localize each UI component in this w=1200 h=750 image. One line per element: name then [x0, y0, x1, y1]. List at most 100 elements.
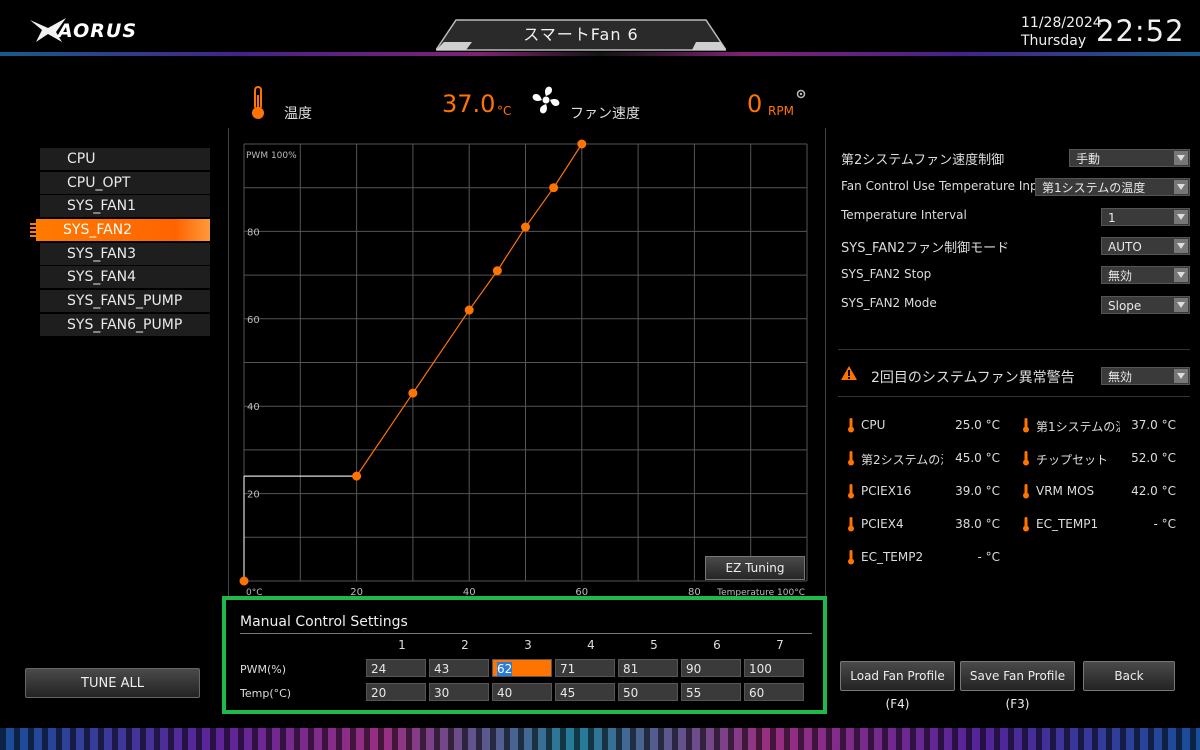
temp-cell-3[interactable]: 40: [492, 683, 552, 701]
pwm-cell-4[interactable]: 71: [555, 659, 615, 677]
fan-item-sys-fan4[interactable]: SYS_FAN4: [40, 266, 210, 289]
fan-item-sys-fan6-pump[interactable]: SYS_FAN6_PUMP: [40, 313, 210, 336]
fan-fail-warning-dropdown[interactable]: 無効: [1101, 367, 1190, 385]
temp-input-dropdown[interactable]: 第1システムの温度: [1035, 178, 1190, 196]
temp-cell-4[interactable]: 45: [555, 683, 615, 701]
divider: [838, 396, 1190, 397]
sensor-name: EC_TEMP1: [1036, 517, 1099, 531]
rgb-bottom-bar: [0, 728, 1200, 750]
load-fan-profile-button[interactable]: Load Fan Profile (F4): [840, 661, 955, 711]
temp-cell-2[interactable]: 30: [429, 683, 489, 701]
fan-item-sys-fan5-pump[interactable]: SYS_FAN5_PUMP: [40, 290, 210, 313]
chevron-down-icon: [1174, 268, 1188, 282]
brand-name: AORUS: [58, 20, 138, 42]
fan-speed-control-dropdown[interactable]: 手動: [1069, 149, 1190, 167]
sensor-value: 45.0 °C: [955, 451, 1000, 465]
sensor-name: CPU: [861, 418, 886, 432]
curve-point-7[interactable]: [577, 139, 587, 149]
setting-fan-speed-control-label: 第2システムファン速度制御: [841, 153, 1005, 168]
temp-cell-7[interactable]: 60: [744, 683, 804, 701]
x-axis-end-label: Temperature 100°C: [716, 588, 805, 596]
control-mode-dropdown[interactable]: AUTO: [1101, 237, 1190, 255]
divider: [838, 349, 1190, 350]
temp-interval-value: 1: [1108, 211, 1116, 225]
temp-interval-dropdown[interactable]: 1: [1101, 208, 1190, 226]
pwm-cell-5[interactable]: 81: [618, 659, 678, 677]
pwm-cell-2[interactable]: 43: [429, 659, 489, 677]
sensor-value: 25.0 °C: [955, 418, 1000, 432]
sensor-name: PCIEX4: [861, 517, 904, 531]
fan-fail-warning-label: 2回目のシステムファン異常警告: [871, 370, 1075, 386]
temp-row-label: Temp(°C): [240, 687, 292, 700]
back-button[interactable]: Back: [1083, 661, 1175, 691]
setting-temp-interval-label: Temperature Interval: [841, 208, 967, 222]
thermometer-icon: [848, 517, 854, 532]
temp-cell-6[interactable]: 55: [681, 683, 741, 701]
page-title: スマートFan 6: [523, 25, 639, 44]
pwm-cell-1[interactable]: 24: [366, 659, 426, 677]
chevron-down-icon: [1174, 210, 1188, 224]
setting-temp-input-label: Fan Control Use Temperature Input: [841, 179, 1050, 193]
curve-point-1[interactable]: [352, 471, 362, 481]
curve-point-0[interactable]: [239, 576, 249, 586]
setting-fan-mode-label: SYS_FAN2 Mode: [841, 296, 937, 310]
pwm-cell-3[interactable]: 62: [492, 659, 552, 677]
top-bar: AORUS スマートFan 6 11/28/2024 Thursday 22:5…: [0, 0, 1200, 68]
sensor-name: チップセット: [1036, 453, 1109, 467]
fan-item-sys-fan2[interactable]: SYS_FAN2: [30, 219, 210, 242]
sensor-value: 38.0 °C: [955, 517, 1000, 531]
save-fan-profile-button[interactable]: Save Fan Profile (F3): [960, 661, 1075, 711]
y-axis-title: PWM 100%: [246, 151, 297, 161]
col-header-5: 5: [650, 638, 658, 652]
sensor-name: 第2システムの温度: [861, 453, 943, 467]
pwm-cell-7[interactable]: 100: [744, 659, 804, 677]
curve-point-5[interactable]: [521, 222, 530, 232]
fan-curve-graph[interactable]: PWM 100% 20 40 60 80 20 40 60 80 0°C Temperature 1…: [228, 128, 826, 596]
fan-mode-dropdown[interactable]: Slope: [1101, 296, 1190, 314]
tune-all-button[interactable]: TUNE ALL: [25, 668, 200, 698]
manual-control-divider: [240, 633, 812, 634]
thermometer-icon: [1023, 451, 1029, 466]
fan-item-sys-fan3[interactable]: SYS_FAN3: [40, 242, 210, 265]
pwm-cell-6[interactable]: 90: [681, 659, 741, 677]
sensor-value: 52.0 °C: [1131, 451, 1176, 465]
y-tick-label: 40: [247, 402, 260, 413]
temp-cell-5[interactable]: 50: [618, 683, 678, 701]
temp-input-value: 第1システムの温度: [1042, 181, 1146, 195]
fan-curve-chart[interactable]: PWM 100% 20 40 60 80 20 40 60 80 0°C Temperature 1…: [229, 128, 825, 596]
sensor-name: PCIEX16: [861, 484, 912, 498]
temp-cell-1[interactable]: 20: [366, 683, 426, 701]
fan-fail-warning-value: 無効: [1108, 370, 1133, 384]
manual-control-title: Manual Control Settings: [240, 614, 408, 630]
y-tick-label: 20: [247, 490, 260, 501]
date-block: 11/28/2024 Thursday: [1021, 14, 1102, 50]
fan-stop-value: 無効: [1108, 269, 1133, 283]
col-header-7: 7: [776, 638, 784, 652]
chevron-down-icon: [1174, 369, 1188, 383]
thermometer-icon: [1023, 418, 1029, 433]
col-header-1: 1: [398, 638, 406, 652]
y-tick-label: 60: [247, 315, 260, 326]
curve-point-2[interactable]: [408, 388, 418, 398]
thermometer-icon: [848, 484, 854, 499]
curve-point-4[interactable]: [492, 266, 502, 276]
date-text: 11/28/2024: [1021, 15, 1102, 31]
chevron-down-icon: [1174, 239, 1188, 253]
temperature-value: 37.0: [442, 90, 496, 118]
sensor-value: - °C: [977, 550, 1000, 564]
fan-item-cpu[interactable]: CPU: [40, 148, 210, 170]
col-header-4: 4: [587, 638, 595, 652]
setting-control-mode-label: SYS_FAN2ファン制御モード: [841, 241, 1010, 256]
curve-point-6[interactable]: [549, 183, 559, 193]
settings-dot-icon[interactable]: [796, 89, 806, 99]
sensor-value: - °C: [1153, 517, 1176, 531]
x-tick-label: 20: [350, 587, 363, 596]
temperature-unit: °C: [497, 104, 512, 118]
fan-item-sys-fan1[interactable]: SYS_FAN1: [40, 195, 210, 218]
ez-tuning-button[interactable]: EZ Tuning: [705, 556, 805, 580]
fan-item-cpu-opt[interactable]: CPU_OPT: [40, 171, 210, 194]
fan-stop-dropdown[interactable]: 無効: [1101, 266, 1190, 284]
control-mode-value: AUTO: [1108, 240, 1142, 254]
curve-point-3[interactable]: [464, 305, 474, 315]
sensor-value: 42.0 °C: [1131, 484, 1176, 498]
